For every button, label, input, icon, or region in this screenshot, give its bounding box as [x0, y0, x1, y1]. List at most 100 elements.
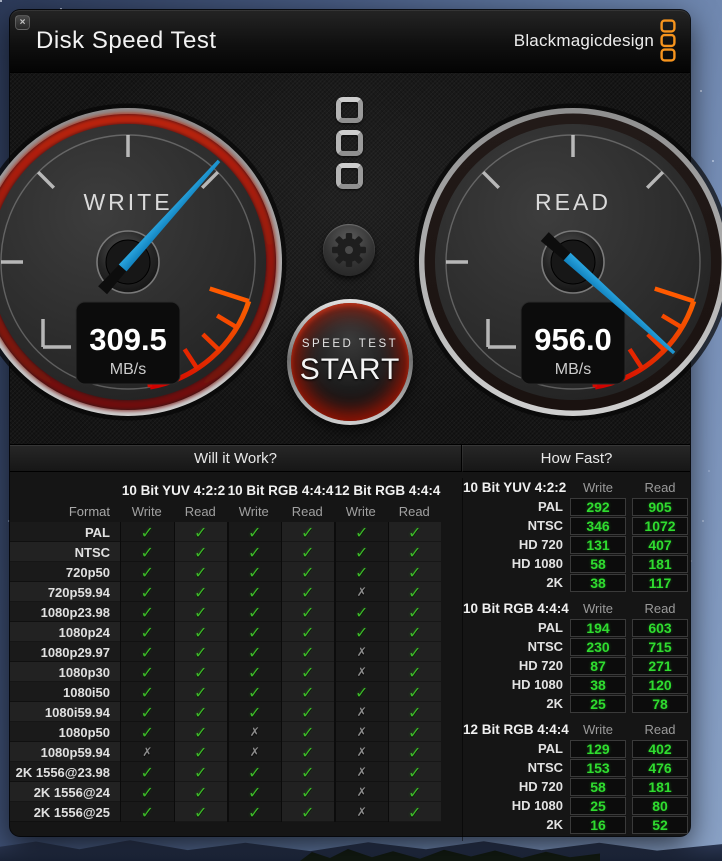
value-cell-wrap: 292: [567, 497, 629, 516]
mark-cell: ✓: [227, 582, 281, 602]
mark-cell: ✓: [120, 642, 174, 662]
format-label: PAL: [537, 741, 563, 756]
mark-cell: ✓: [173, 542, 227, 562]
start-button[interactable]: SPEED TEST START: [287, 299, 413, 425]
check-icon: ✓: [248, 542, 262, 562]
check-icon: ✓: [301, 582, 315, 602]
value-cell-wrap: 38: [567, 573, 629, 592]
mark-cell: ✓: [173, 522, 227, 542]
check-icon: ✓: [194, 582, 208, 602]
format-label: HD 720: [518, 779, 563, 794]
value-cell-wrap: 25: [567, 796, 629, 815]
mark-cell: ✓: [227, 542, 281, 562]
check-icon: ✓: [140, 762, 154, 782]
how-fast-table: 10 Bit YUV 4:2:2 Write Read PAL 292 905 NTSC 34…: [462, 478, 690, 841]
write-value: 38: [570, 675, 626, 694]
mark-cell: ✓: [120, 762, 174, 782]
check-icon: ✓: [301, 522, 315, 542]
write-value: 25: [570, 796, 626, 815]
check-icon: ✓: [248, 802, 262, 822]
table-row: NTSC 230 715: [463, 637, 690, 656]
check-icon: ✓: [301, 622, 315, 642]
check-icon: ✓: [140, 642, 154, 662]
table-row: 1080p30 ✓ ✓ ✓ ✓ ✗ ✓: [10, 662, 462, 682]
mark-cell: ✓: [387, 622, 441, 642]
brand: Blackmagicdesign: [514, 10, 676, 72]
check-icon: ✓: [355, 522, 369, 542]
value-cell-wrap: 25: [567, 694, 629, 713]
format-label: 1080i59.94: [10, 702, 120, 722]
check-icon: ✓: [408, 782, 422, 802]
titlebar[interactable]: × Disk Speed Test Blackmagicdesign: [10, 10, 690, 72]
mark-cell: ✓: [173, 602, 227, 622]
check-icon: ✓: [408, 562, 422, 582]
read-column-header: Read: [644, 601, 676, 616]
mark-cell: ✗: [334, 642, 388, 662]
format-label: 1080i50: [10, 682, 120, 702]
mark-cell: ✓: [387, 642, 441, 662]
check-icon: ✓: [140, 682, 154, 702]
format-label: 2K: [546, 817, 563, 832]
write-value: 194: [570, 618, 626, 637]
check-icon: ✓: [408, 602, 422, 622]
check-icon: ✓: [248, 762, 262, 782]
mark-cell: ✓: [387, 562, 441, 582]
sub-column-header: Write: [238, 503, 269, 519]
table-row: 2K 1556@23.98 ✓ ✓ ✓ ✓ ✗ ✓: [10, 762, 462, 782]
read-value: 905: [632, 497, 688, 516]
mark-cell: ✓: [120, 722, 174, 742]
value-cell-wrap: 476: [629, 758, 691, 777]
value-cell-wrap: 153: [567, 758, 629, 777]
mark-cell: ✓: [280, 642, 334, 662]
table-row: 1080i59.94 ✓ ✓ ✓ ✓ ✗ ✓: [10, 702, 462, 722]
check-icon: ✓: [301, 642, 315, 662]
value-cell-wrap: 402: [629, 739, 691, 758]
brand-text: Blackmagicdesign: [513, 31, 654, 50]
check-icon: ✓: [140, 542, 154, 562]
mark-cell: ✓: [173, 622, 227, 642]
table-row: 720p59.94 ✓ ✓ ✓ ✓ ✗ ✓: [10, 582, 462, 602]
settings-button[interactable]: [323, 224, 375, 276]
mark-cell: ✗: [334, 782, 388, 802]
table-subheader-row: Format Write Read Write Read Write Read: [10, 500, 462, 522]
value-cell-wrap: 407: [629, 535, 691, 554]
check-icon: ✓: [248, 702, 262, 722]
mark-cell: ✓: [387, 682, 441, 702]
mark-cell: ✓: [387, 602, 441, 622]
mark-cell: ✓: [334, 522, 388, 542]
read-value: 181: [632, 554, 688, 573]
mark-cell: ✓: [120, 602, 174, 622]
read-value: 407: [632, 535, 688, 554]
mark-cell: ✓: [227, 642, 281, 662]
write-value: 346: [570, 516, 626, 535]
table-row: 1080p29.97 ✓ ✓ ✓ ✓ ✗ ✓: [10, 642, 462, 662]
mark-cell: ✓: [387, 742, 441, 762]
format-label: 1080p59.94: [10, 742, 120, 762]
mark-cell: ✓: [120, 522, 174, 542]
check-icon: ✓: [408, 682, 422, 702]
table-row: NTSC ✓ ✓ ✓ ✓ ✓ ✓: [10, 542, 462, 562]
check-icon: ✓: [408, 762, 422, 782]
table-row: HD 720 131 407: [463, 535, 690, 554]
mark-cell: ✓: [173, 782, 227, 802]
section-header-row: 10 Bit YUV 4:2:2 Write Read: [463, 478, 690, 497]
format-label: PAL: [537, 499, 563, 514]
x-icon: ✗: [356, 665, 367, 679]
mark-cell: ✓: [120, 662, 174, 682]
sub-column-header: Read: [291, 503, 323, 519]
format-label: HD 1080: [511, 556, 563, 571]
sub-column-header: Write: [345, 503, 376, 519]
check-icon: ✓: [248, 522, 262, 542]
read-value: 271: [632, 656, 688, 675]
x-icon: ✗: [249, 725, 260, 739]
check-icon: ✓: [301, 662, 315, 682]
format-label: PAL: [537, 620, 563, 635]
close-button[interactable]: ×: [15, 15, 30, 30]
write-column-header: Write: [582, 601, 614, 616]
check-icon: ✓: [408, 722, 422, 742]
gear-icon: [332, 233, 366, 267]
how-fast-section: 10 Bit RGB 4:4:4 Write Read PAL 194 603 NTSC 23…: [463, 599, 690, 713]
format-label: HD 1080: [511, 798, 563, 813]
spacer-cell: [10, 480, 120, 500]
value-cell-wrap: 131: [567, 535, 629, 554]
